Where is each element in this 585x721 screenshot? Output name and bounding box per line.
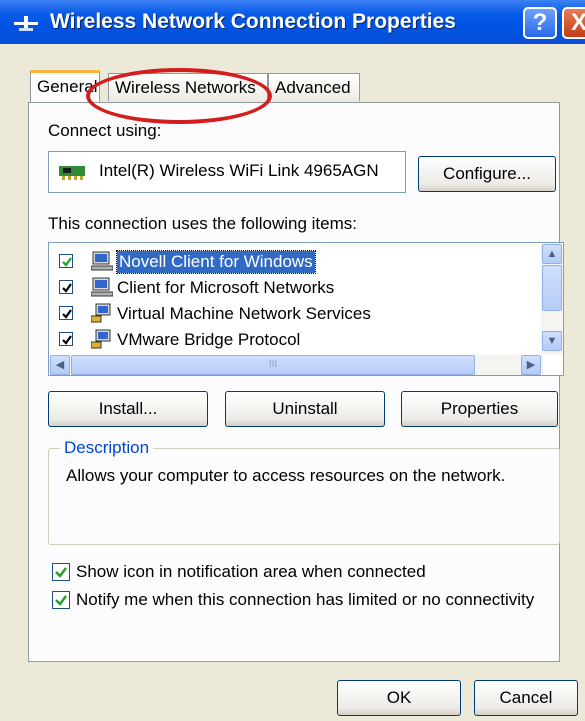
help-button[interactable]: ? bbox=[523, 7, 557, 39]
horizontal-scroll-thumb[interactable]: III bbox=[71, 355, 475, 375]
adapter-field: Intel(R) Wireless WiFi Link 4965AGN bbox=[48, 151, 406, 193]
ok-button[interactable]: OK bbox=[337, 680, 461, 716]
configure-button[interactable]: Configure... bbox=[418, 156, 556, 192]
network-connection-icon bbox=[14, 16, 38, 31]
notify-label[interactable]: Notify me when this connection has limit… bbox=[76, 590, 534, 610]
connection-items-list[interactable]: Novell Client for Windows Client for Mic… bbox=[48, 242, 564, 376]
scroll-up-arrow-icon[interactable]: ▲ bbox=[542, 244, 562, 264]
network-service-icon bbox=[91, 303, 111, 323]
show-icon-checkbox[interactable] bbox=[52, 563, 70, 581]
item-label: Client for Microsoft Networks bbox=[117, 278, 335, 297]
scroll-right-arrow-icon[interactable]: ▶ bbox=[521, 355, 541, 375]
description-title: Description bbox=[60, 438, 154, 458]
item-label: Virtual Machine Network Services bbox=[117, 304, 371, 323]
network-adapter-icon bbox=[59, 166, 85, 180]
properties-dialog: Wireless Network Connection Properties ?… bbox=[0, 0, 585, 721]
red-annotation-circle bbox=[86, 68, 272, 124]
network-client-icon bbox=[91, 277, 113, 297]
item-label: VMware Bridge Protocol bbox=[117, 330, 301, 349]
properties-button[interactable]: Properties bbox=[401, 391, 558, 427]
scroll-down-arrow-icon[interactable]: ▼ bbox=[542, 331, 562, 351]
connect-using-label: Connect using: bbox=[48, 121, 162, 140]
item-label: Novell Client for Windows bbox=[116, 250, 316, 274]
install-button[interactable]: Install... bbox=[48, 391, 208, 427]
network-client-icon bbox=[91, 251, 113, 271]
cancel-button[interactable]: Cancel bbox=[474, 680, 578, 716]
item-checkbox[interactable] bbox=[59, 280, 73, 294]
close-button[interactable]: X bbox=[562, 7, 585, 39]
network-protocol-icon bbox=[91, 329, 111, 349]
window-title: Wireless Network Connection Properties bbox=[50, 10, 456, 33]
adapter-name: Intel(R) Wireless WiFi Link 4965AGN bbox=[99, 161, 379, 180]
tab-advanced[interactable]: Advanced bbox=[268, 73, 360, 101]
horizontal-scrollbar[interactable]: ◀ III ▶ bbox=[49, 355, 543, 375]
vertical-scroll-thumb[interactable] bbox=[542, 265, 562, 311]
title-bar[interactable]: Wireless Network Connection Properties ?… bbox=[0, 0, 585, 44]
description-groupbox bbox=[48, 448, 560, 545]
show-icon-label[interactable]: Show icon in notification area when conn… bbox=[76, 562, 426, 582]
item-checkbox[interactable] bbox=[59, 306, 73, 320]
description-text: Allows your computer to access resources… bbox=[66, 466, 506, 485]
uninstall-button[interactable]: Uninstall bbox=[225, 391, 385, 427]
item-checkbox[interactable] bbox=[59, 332, 73, 346]
vertical-scrollbar[interactable]: ▲ ▼ bbox=[541, 243, 563, 355]
notify-checkbox[interactable] bbox=[52, 591, 70, 609]
scroll-left-arrow-icon[interactable]: ◀ bbox=[50, 355, 70, 375]
items-label: This connection uses the following items… bbox=[48, 214, 357, 233]
item-checkbox[interactable] bbox=[59, 254, 73, 268]
